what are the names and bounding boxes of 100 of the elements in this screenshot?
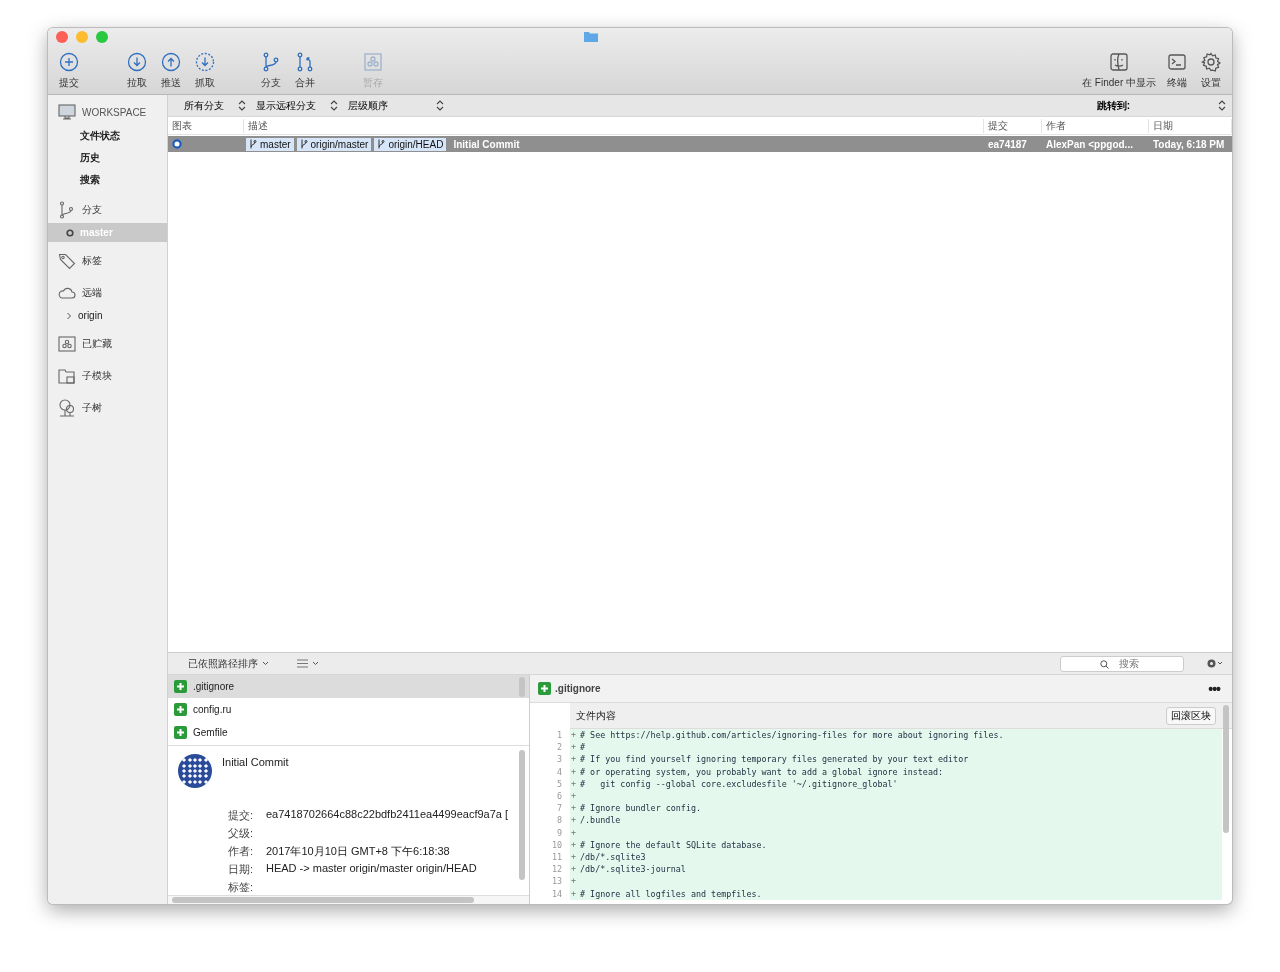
code-line: # See https://help.github.com/articles/ignoring-files for more about ignoring files. [580,730,1004,741]
toolbar-button[interactable]: 提交 [52,52,86,90]
folder-icon [58,367,76,385]
commit-row[interactable]: master origin/master origin/HEAD Initial Commit ea74187 AlexPan <ppgod... Today, 6:18 PM [168,136,1232,152]
code-line: # Ignore the default SQLite database. [580,839,767,850]
zoom-button[interactable] [96,31,108,43]
field-label: 提交: [228,807,255,823]
merge-icon [295,52,315,72]
minimize-button[interactable] [76,31,88,43]
branch-name: master [260,138,291,150]
scrollbar[interactable] [1223,705,1229,833]
code-line: /db/*.sqlite3-journal [580,864,686,875]
scrollbar[interactable] [519,749,525,880]
column-header[interactable]: 作者 [1042,118,1149,133]
commit-author: AlexPan <ppgod... [1045,138,1134,150]
commit-message: Initial Commit [453,138,520,150]
field-label: 标签: [228,879,255,895]
column-header[interactable]: 描述 [244,118,984,133]
revert-hunk-button[interactable]: 回滚区块 [1166,706,1216,725]
toolbar-button[interactable]: 推送 [154,52,188,90]
file-list-item[interactable]: .gitignore [168,675,529,698]
diff-sign: + [570,766,578,777]
search-icon [1100,659,1109,669]
diff-sign: + [570,742,578,753]
stash-icon [363,52,383,72]
code-line: # If you find yourself ignoring temporary files generated by your text editor [580,754,969,765]
added-file-icon [174,726,187,739]
sidebar-heading[interactable]: 已贮藏 [82,337,112,351]
sidebar-item[interactable]: 搜索 [48,169,167,191]
finder-face-icon [1109,52,1130,72]
commit-node-icon [172,139,182,149]
filter-dropdown[interactable]: 层级顺序 [344,98,450,113]
sidebar-heading[interactable]: 分支 [82,203,102,217]
scrollbar[interactable] [519,677,525,697]
toolbar-button[interactable]: 合并 [288,52,322,90]
sidebar-heading[interactable]: 标签 [82,254,102,268]
filter-dropdown[interactable]: 显示远程分支 [252,98,344,113]
file-name: .gitignore [555,683,601,694]
branch-name: origin/master [310,138,369,150]
column-header[interactable]: 图表 [168,118,244,133]
field-label: 父级: [228,825,255,841]
branch-icon [377,139,386,149]
diff-sign: + [570,888,578,899]
settings-icon[interactable] [1206,658,1224,669]
diff-sign: + [570,803,578,814]
code-line: # or operating system, you probably want to add a global ignore instead: [580,766,944,777]
diff-sign: + [570,864,578,875]
toolbar-button[interactable]: 设置 [1194,52,1228,90]
sidebar-item[interactable]: 文件状态 [48,125,167,147]
dashed-down-arrow-circle-icon [195,52,215,72]
chevron-right-icon [66,311,72,320]
toolbar-button[interactable]: 拉取 [120,52,154,90]
branch-icon [261,52,281,72]
sidebar-item[interactable]: origin [48,306,167,325]
toolbar-button[interactable]: 抓取 [188,52,222,90]
folder-icon [584,31,598,42]
diff-sign: + [570,851,578,862]
branch-name: origin/HEAD [388,138,444,150]
column-header[interactable]: 日期 [1149,118,1232,133]
hunk-title: 文件内容 [576,708,616,723]
commit-title: Initial Commit [222,754,289,770]
sidebar-heading[interactable]: 子模块 [82,369,112,383]
list-icon [297,659,308,668]
up-down-arrows-icon [330,100,338,111]
diff-sign: + [570,730,578,741]
code-line: # Ignore bundler config. [580,803,701,814]
field-label: 作者: [228,843,255,859]
terminal-icon [1167,52,1187,72]
up-down-arrows-icon [238,100,246,111]
diff-sign: + [570,778,578,789]
monitor-icon [58,103,76,121]
sidebar-heading[interactable]: 远端 [82,286,102,300]
branch-icon [249,139,257,149]
diff-sign: + [570,815,578,826]
sidebar-heading[interactable]: 子树 [82,401,102,415]
code-line: # Ignore all logfiles and tempfiles. [580,888,762,899]
jump-to-dropdown[interactable]: 跳转到: [1090,97,1232,114]
code-line: /.bundle [580,815,621,826]
code-line: # [580,742,586,753]
toolbar-button[interactable]: 在 Finder 中显示 [1078,52,1160,90]
diff-sign: + [570,839,578,850]
field-value: HEAD -> master origin/master origin/HEAD [266,861,478,876]
toolbar-button[interactable]: 分支 [254,52,288,90]
sidebar-heading[interactable]: WORKSPACE [82,106,147,118]
avatar-icon [178,753,212,788]
field-value: 2017年10月10日 GMT+8 下午6:18:38 [266,843,451,859]
scrollbar[interactable] [172,896,474,903]
sidebar-item[interactable]: 历史 [48,147,167,169]
sort-dropdown[interactable]: 已依照路径排序 [182,655,275,672]
code-line: /db/*.sqlite3 [580,851,646,862]
close-button[interactable] [56,31,68,43]
tag-icon [58,252,76,270]
toolbar-button[interactable]: 终端 [1160,52,1194,90]
filter-dropdown[interactable]: 所有分支 [180,98,252,113]
diff-sign: + [570,754,578,765]
more-button[interactable]: ••• [1208,680,1220,697]
branch-head-icon [66,228,74,237]
search-field[interactable]: 搜索 [1060,655,1184,672]
up-down-arrows-icon [436,100,444,111]
column-header[interactable]: 提交 [984,118,1042,133]
